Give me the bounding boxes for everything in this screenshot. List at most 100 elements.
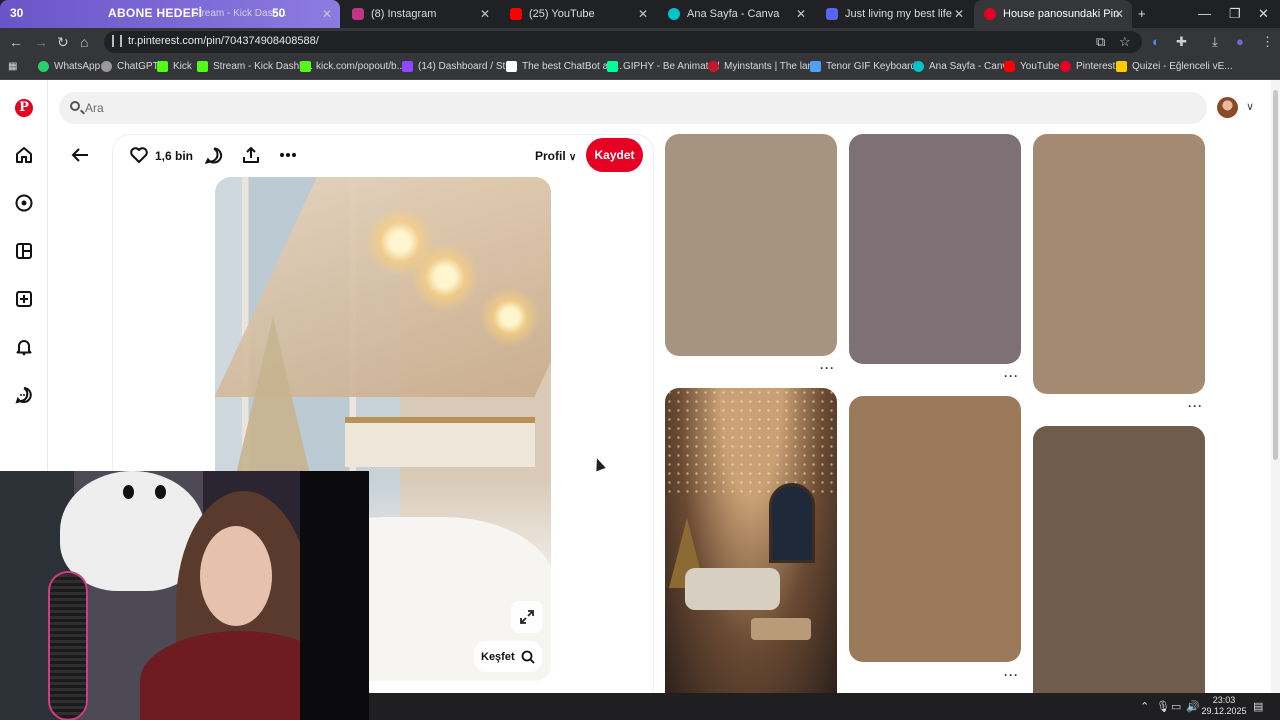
save-button[interactable]: Kaydet	[586, 138, 643, 172]
tab-youtube[interactable]: (25) YouTube ✕	[500, 0, 656, 28]
webcam-microphone	[48, 571, 88, 720]
subscriber-goal-widget[interactable]: 30 ABONE HEDEFİ Stream - Kick Dash... 50…	[0, 0, 340, 28]
chatbot-icon	[506, 61, 517, 72]
bookmark-label: WhatsApp	[54, 61, 101, 72]
search-input[interactable]	[85, 98, 485, 118]
home-icon[interactable]	[15, 146, 33, 164]
taskbar-clock[interactable]: 23:03 29.12.2025	[1200, 695, 1248, 717]
close-icon[interactable]: ✕	[1114, 7, 1124, 21]
more-options-icon[interactable]: ···	[1188, 399, 1203, 413]
extensions-puzzle-icon[interactable]: ✚	[1176, 34, 1187, 50]
tab-pinterest-active[interactable]: House panosundaki Pin ✕	[974, 0, 1132, 28]
tab-document[interactable]: Just living my best life - A2 (Ya... ✕	[816, 0, 972, 28]
microphone-icon[interactable]: 🎙	[1156, 700, 1170, 713]
messages-icon[interactable]	[15, 386, 33, 404]
clock-time: 23:03	[1212, 695, 1236, 705]
quizei-icon	[1116, 61, 1127, 72]
bookmark-kick-popout[interactable]: kick.com/popout/b...	[300, 61, 405, 72]
extension-icon[interactable]: ◐	[1152, 34, 1160, 49]
browser-tab-bar: 30 ABONE HEDEFİ Stream - Kick Dash... 50…	[0, 0, 1280, 28]
bookmark-kick[interactable]: Kick	[157, 61, 192, 72]
bookmark-kick-dashboard[interactable]: Stream - Kick Dashb...	[197, 61, 313, 72]
address-bar[interactable]: tr.pinterest.com/pin/704374908408588/	[104, 31, 1142, 53]
youtube-icon	[510, 8, 522, 20]
share-icon[interactable]	[242, 146, 260, 164]
comment-icon[interactable]	[205, 147, 223, 164]
bookmark-label: Quizei - Eğlenceli vE...	[1132, 61, 1233, 72]
bookmark-quizei[interactable]: Quizei - Eğlenceli vE...	[1116, 61, 1233, 72]
pinterest-logo-icon[interactable]: P	[15, 99, 33, 117]
forward-icon[interactable]: →	[34, 34, 48, 50]
profile-dropdown[interactable]: Profil ∨	[535, 149, 576, 163]
back-icon[interactable]: ←	[9, 34, 23, 50]
notification-icon[interactable]: ▤	[1253, 700, 1263, 713]
site-info-icon[interactable]	[112, 35, 122, 47]
kick-icon	[157, 61, 168, 72]
bookmarks-bar: ▦ WhatsApp ChatGPT Kick Stream - Kick Da…	[0, 56, 1280, 80]
close-icon[interactable]: ✕	[796, 7, 806, 21]
related-pin-card[interactable]	[849, 396, 1021, 662]
more-options-icon[interactable]: ···	[1004, 668, 1019, 682]
bookmark-tenor[interactable]: Tenor GIF Keyboard...	[810, 61, 924, 72]
heart-icon[interactable]	[130, 147, 148, 163]
explore-compass-icon[interactable]	[15, 194, 33, 212]
window-close-icon[interactable]: ✕	[1258, 6, 1269, 22]
bookmark-pinterest[interactable]: Pinterest	[1060, 61, 1115, 72]
bookmark-giphy[interactable]: GIPHY - Be Animated	[607, 61, 720, 72]
bookmark-twitch-dashboard[interactable]: (14) Dashboard / Str...	[402, 61, 516, 72]
related-pin-card[interactable]	[849, 134, 1021, 364]
boards-icon[interactable]	[15, 242, 33, 260]
bookmark-star-icon[interactable]: ☆	[1119, 34, 1131, 50]
related-pin-card-photo[interactable]	[665, 388, 837, 693]
bookmark-whatsapp[interactable]: WhatsApp	[38, 61, 100, 72]
tab-label: (8) Instagram	[371, 8, 437, 20]
explore-button[interactable]: Keşfet	[474, 641, 542, 672]
home-icon[interactable]: ⌂	[80, 34, 88, 50]
tab-instagram[interactable]: (8) Instagram ✕	[342, 0, 498, 28]
install-app-icon[interactable]: ⧉	[1096, 34, 1105, 50]
like-count: 1,6 bin	[155, 149, 194, 163]
bookmark-chatbot[interactable]: The best ChatBot an...	[506, 61, 622, 72]
tab-canva[interactable]: Ana Sayfa - Canva ✕	[658, 0, 814, 28]
search-bar[interactable]	[59, 92, 1207, 124]
related-pin-card[interactable]	[665, 134, 837, 356]
volume-icon[interactable]: 🔊	[1186, 700, 1200, 713]
image-chandelier	[480, 287, 540, 347]
notifications-bell-icon[interactable]	[15, 338, 33, 356]
bookmark-youtube[interactable]: YouTube	[1004, 61, 1059, 72]
chevron-down-icon[interactable]: ∨	[1246, 100, 1254, 113]
close-icon[interactable]: ✕	[954, 7, 964, 21]
bookmark-myinstants[interactable]: Myinstants | The lar...	[708, 61, 819, 72]
image-chandelier	[410, 242, 480, 312]
page-scrollbar[interactable]	[1271, 80, 1280, 693]
bookmark-chatgpt[interactable]: ChatGPT	[101, 61, 159, 72]
close-icon[interactable]: ✕	[322, 7, 332, 21]
create-plus-icon[interactable]	[15, 290, 33, 308]
tray-chevron-icon[interactable]: ⌃	[1140, 700, 1149, 713]
related-pin-card[interactable]	[1033, 134, 1205, 394]
profile-icon[interactable]: ●	[1236, 34, 1244, 49]
restore-icon[interactable]: ❐	[1229, 6, 1241, 22]
webcam-overlay	[0, 471, 369, 720]
canva-icon	[913, 61, 924, 72]
back-arrow-icon[interactable]	[71, 147, 89, 163]
more-options-icon[interactable]: ···	[1004, 369, 1019, 383]
reload-icon[interactable]: ↻	[57, 34, 69, 51]
minimize-icon[interactable]: —	[1198, 6, 1211, 21]
more-options-icon[interactable]: ···	[820, 361, 835, 375]
network-icon[interactable]: ▭	[1171, 700, 1181, 713]
myinstants-icon	[708, 61, 719, 72]
scrollbar-thumb[interactable]	[1273, 90, 1278, 460]
avatar[interactable]	[1217, 97, 1238, 118]
related-pin-card[interactable]	[1033, 426, 1205, 693]
apps-grid-icon[interactable]: ▦	[8, 61, 17, 72]
explore-label: Keşfet	[481, 650, 515, 663]
expand-image-button[interactable]	[511, 601, 543, 633]
download-icon[interactable]: ⤓	[1212, 34, 1218, 50]
bookmark-canva[interactable]: Ana Sayfa - Canva	[913, 61, 1013, 72]
close-icon[interactable]: ✕	[480, 7, 490, 21]
more-options-icon[interactable]	[279, 152, 297, 158]
new-tab-icon[interactable]: +	[1138, 6, 1146, 21]
menu-icon[interactable]: ⋮	[1261, 34, 1274, 50]
close-icon[interactable]: ✕	[638, 7, 648, 21]
